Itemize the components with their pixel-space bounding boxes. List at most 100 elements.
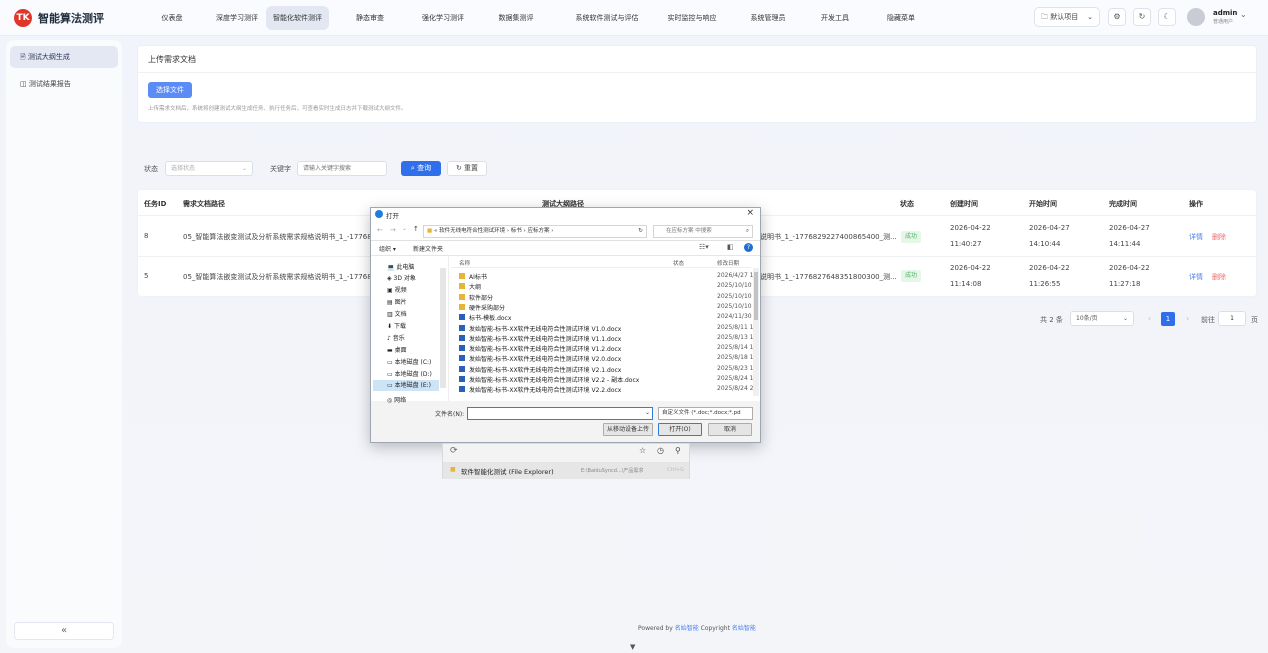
file-list-item[interactable]: 硬件采购部分 2025/10/10 (459, 303, 752, 313)
view-options-icon[interactable]: ☷▾ (699, 243, 709, 251)
nav-system-software[interactable]: 系统软件测试与评估 (565, 6, 649, 30)
file-list-item[interactable]: 发始智能-标书-XX软件无线电符合性测试环境 V2.0.docx 2025/8/1… (459, 354, 754, 364)
status-select[interactable]: 选择状态 ⌄ (165, 161, 253, 176)
project-select[interactable]: 🗀 默认项目 ⌄ (1034, 7, 1100, 27)
file-list-item[interactable]: 发始智能-标书-XX软件无线电符合性测试环境 V1.2.docx 2025/8/1… (459, 344, 754, 354)
settings-icon[interactable]: ⚙ (1108, 8, 1126, 26)
user-menu-chevron-icon[interactable]: ⌄ (1240, 10, 1247, 19)
dialog-search-input[interactable]: 在应标方案 中搜索 ⌕ (653, 225, 753, 238)
sidebar-item-report[interactable]: ◫ 测试结果报告 (10, 73, 118, 95)
keyword-input[interactable] (297, 161, 387, 176)
file-list-item[interactable]: AI标书 2026/4/27 1 (459, 272, 754, 282)
tree-this-pc[interactable]: 💻 此电脑 (387, 262, 414, 271)
detail-link[interactable]: 详情 (1189, 272, 1203, 282)
tree-3d-objects[interactable]: ◈ 3D 对象 (387, 273, 416, 282)
collapse-sidebar-button[interactable]: « (14, 622, 114, 640)
file-list-item[interactable]: 软件部分 2025/10/10 (459, 293, 752, 303)
reset-button[interactable]: ↻ 重置 (447, 161, 487, 176)
file-type-label: 自定义文件 (*.doc;*.docx;*.pd (662, 410, 741, 416)
tree-drive-e[interactable]: ▭ 本地磁盘 (E:) (373, 380, 439, 391)
up-arrow-icon[interactable]: ↑ (413, 225, 419, 233)
delete-link[interactable]: 删除 (1212, 232, 1226, 242)
status-placeholder: 选择状态 (171, 165, 196, 172)
nav-admin[interactable]: 系统管理员 (742, 6, 794, 30)
nav-deep-learning[interactable]: 深度学习测评 (207, 6, 267, 30)
nav-static-review[interactable]: 静态审查 (340, 6, 400, 30)
help-icon[interactable]: ? (744, 243, 753, 252)
page-jump-input[interactable]: 1 (1218, 311, 1246, 326)
nav-intelligent-software[interactable]: 智能化软件测评 (266, 6, 329, 30)
next-page-icon[interactable]: › (1186, 314, 1189, 323)
avatar[interactable] (1187, 8, 1205, 26)
file-list-item[interactable]: 大纲 2025/10/10 (459, 282, 752, 292)
nav-hidden-menu[interactable]: 隐藏菜单 (878, 6, 924, 30)
nav-reinforcement[interactable]: 强化学习测评 (412, 6, 474, 30)
breadcrumb-overflow[interactable]: « (434, 228, 437, 234)
refresh-icon[interactable]: ↻ (638, 226, 643, 237)
prev-page-icon[interactable]: ‹ (1148, 314, 1151, 323)
tree-scrollbar[interactable] (440, 268, 446, 388)
chevron-down-icon[interactable]: ⌄ (402, 225, 407, 232)
close-icon[interactable]: × (746, 208, 754, 218)
cancel-button[interactable]: 取消 (708, 423, 752, 436)
nav-monitoring[interactable]: 实时监控与响应 (660, 6, 724, 30)
tree-network[interactable]: ◎ 网络 (387, 395, 406, 404)
file-list-item[interactable]: 发始智能-标书-XX软件无线电符合性测试环境 V2.2.docx 2025/8/2… (459, 385, 754, 395)
mobile-upload-button[interactable]: 从移动设备上传 (603, 423, 653, 436)
delete-link[interactable]: 删除 (1212, 272, 1226, 282)
forward-icon[interactable]: → (390, 226, 396, 234)
organize-button[interactable]: 组织 ▾ (379, 244, 396, 253)
choose-file-button[interactable]: 选择文件 (148, 82, 192, 98)
file-list-item[interactable]: 发始智能-标书-XX软件无线电符合性测试环境 V2.1.docx 2025/8/2… (459, 365, 754, 375)
refresh-icon[interactable]: ↻ (1133, 8, 1151, 26)
file-list-item[interactable]: 发始智能-标书-XX软件无线电符合性测试环境 V2.2 - 副本.docx 202… (459, 375, 754, 385)
pin-icon[interactable]: ⚲ (675, 446, 681, 455)
col-name[interactable]: 名称 (459, 259, 470, 267)
file-list-item[interactable]: 发始智能-标书-XX软件无线电符合性测试环境 V1.1.docx 2025/8/1… (459, 334, 754, 344)
breadcrumb-item[interactable]: 标书 (511, 228, 522, 234)
report-icon: ◫ (20, 80, 27, 88)
search-button[interactable]: ⌕ 查询 (401, 161, 441, 176)
detail-link[interactable]: 详情 (1189, 232, 1203, 242)
breadcrumb-item[interactable]: 应标方案 (528, 228, 550, 234)
tree-drive-c[interactable]: ▭ 本地磁盘 (C:) (387, 357, 431, 366)
back-icon[interactable]: ← (377, 226, 383, 234)
file-type-select[interactable]: 自定义文件 (*.doc;*.docx;*.pd (658, 407, 753, 420)
address-bar[interactable]: ■ « 软件无线电符合性测试环境 › 标书 › 应标方案 › ↻ (423, 225, 647, 238)
chevron-down-icon: ⌄ (1087, 13, 1093, 21)
suggestion-item[interactable]: ■ 软件智能化测试 (File Explorer) E:\BaiduSyncd.… (443, 462, 689, 479)
breadcrumb-item[interactable]: 软件无线电符合性测试环境 (439, 228, 505, 234)
preview-pane-icon[interactable]: ◧ (727, 243, 734, 251)
col-status[interactable]: 状态 (673, 259, 684, 267)
footer-brand-link[interactable]: 名始智能 (675, 625, 699, 632)
sidebar-item-outline[interactable]: 🗎 测试大纲生成 (10, 46, 118, 68)
tree-desktop[interactable]: ▬ 桌面 (387, 345, 407, 354)
nav-dashboard[interactable]: 仪表盘 (142, 6, 202, 30)
new-folder-button[interactable]: 新建文件夹 (413, 244, 443, 253)
tree-videos[interactable]: ▣ 视频 (387, 285, 407, 294)
footer-brand-link[interactable]: 名始智能 (732, 625, 756, 632)
page-1-button[interactable]: 1 (1161, 312, 1175, 326)
tree-drive-d[interactable]: ▭ 本地磁盘 (D:) (387, 369, 432, 378)
tree-music[interactable]: ♪ 音乐 (387, 333, 405, 342)
open-button[interactable]: 打开(O) (658, 423, 702, 436)
reset-label: 重置 (464, 164, 479, 172)
col-modified[interactable]: 修改日期 (717, 259, 739, 267)
tree-downloads[interactable]: ⬇ 下载 (387, 321, 406, 330)
scroll-down-icon[interactable]: ▼ (630, 643, 635, 651)
file-list-scrollbar[interactable] (753, 268, 759, 396)
file-list-item[interactable]: 标书-模板.docx 2024/11/30 (459, 313, 752, 323)
tree-pictures[interactable]: ▤ 图片 (387, 297, 407, 306)
star-icon[interactable]: ☆ (639, 446, 646, 455)
filename-input[interactable]: ⌄ (467, 407, 653, 420)
folder-icon: ■ (427, 228, 433, 234)
file-list-item[interactable]: 发始智能-标书-XX软件无线电符合性测试环境 V1.0.docx 2025/8/1… (459, 324, 754, 334)
history-icon[interactable]: ◷ (657, 446, 664, 455)
nav-dataset[interactable]: 数据集测评 (488, 6, 544, 30)
tree-documents[interactable]: ▥ 文档 (387, 309, 407, 318)
page-size-select[interactable]: 10条/页 ⌄ (1070, 311, 1134, 326)
file-date: 2026/4/27 1 (717, 272, 754, 279)
theme-moon-icon[interactable]: ☾ (1158, 8, 1176, 26)
refresh-icon[interactable]: ⟳ (450, 446, 458, 456)
nav-dev-tools[interactable]: 开发工具 (812, 6, 858, 30)
